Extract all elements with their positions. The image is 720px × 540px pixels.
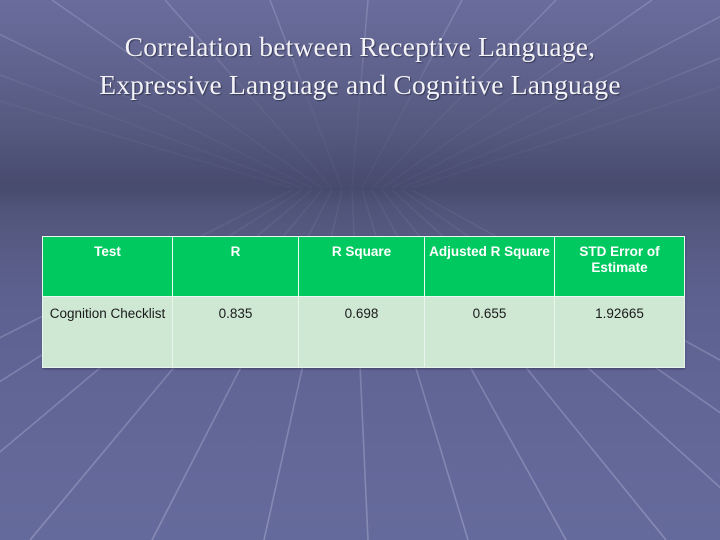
- column-header-r: R: [172, 236, 299, 297]
- table-row: Cognition Checklist 0.835 0.698 0.655 1.…: [42, 296, 685, 368]
- slide-title: Correlation between Receptive Language, …: [30, 28, 690, 104]
- cell-test-name: Cognition Checklist: [42, 296, 173, 368]
- slide-title-line-1: Correlation between Receptive Language,: [124, 31, 596, 62]
- slide-canvas: Correlation between Receptive Language, …: [0, 0, 720, 540]
- column-header-test: Test: [42, 236, 173, 297]
- results-table: Test R R Square Adjusted R Square STD Er…: [42, 236, 685, 368]
- column-header-adjusted-r-square: Adjusted R Square: [424, 236, 555, 297]
- column-header-r-square: R Square: [298, 236, 425, 297]
- results-table-container: Test R R Square Adjusted R Square STD Er…: [42, 236, 685, 368]
- cell-r-value: 0.835: [172, 296, 299, 368]
- table-header-row: Test R R Square Adjusted R Square STD Er…: [42, 236, 685, 297]
- cell-r-square-value: 0.698: [298, 296, 425, 368]
- slide-title-line-2: Expressive Language and Cognitive Langua…: [99, 69, 621, 100]
- cell-std-error-value: 1.92665: [554, 296, 685, 368]
- cell-adjusted-r-square-value: 0.655: [424, 296, 555, 368]
- column-header-std-error-of-estimate: STD Error of Estimate: [554, 236, 685, 297]
